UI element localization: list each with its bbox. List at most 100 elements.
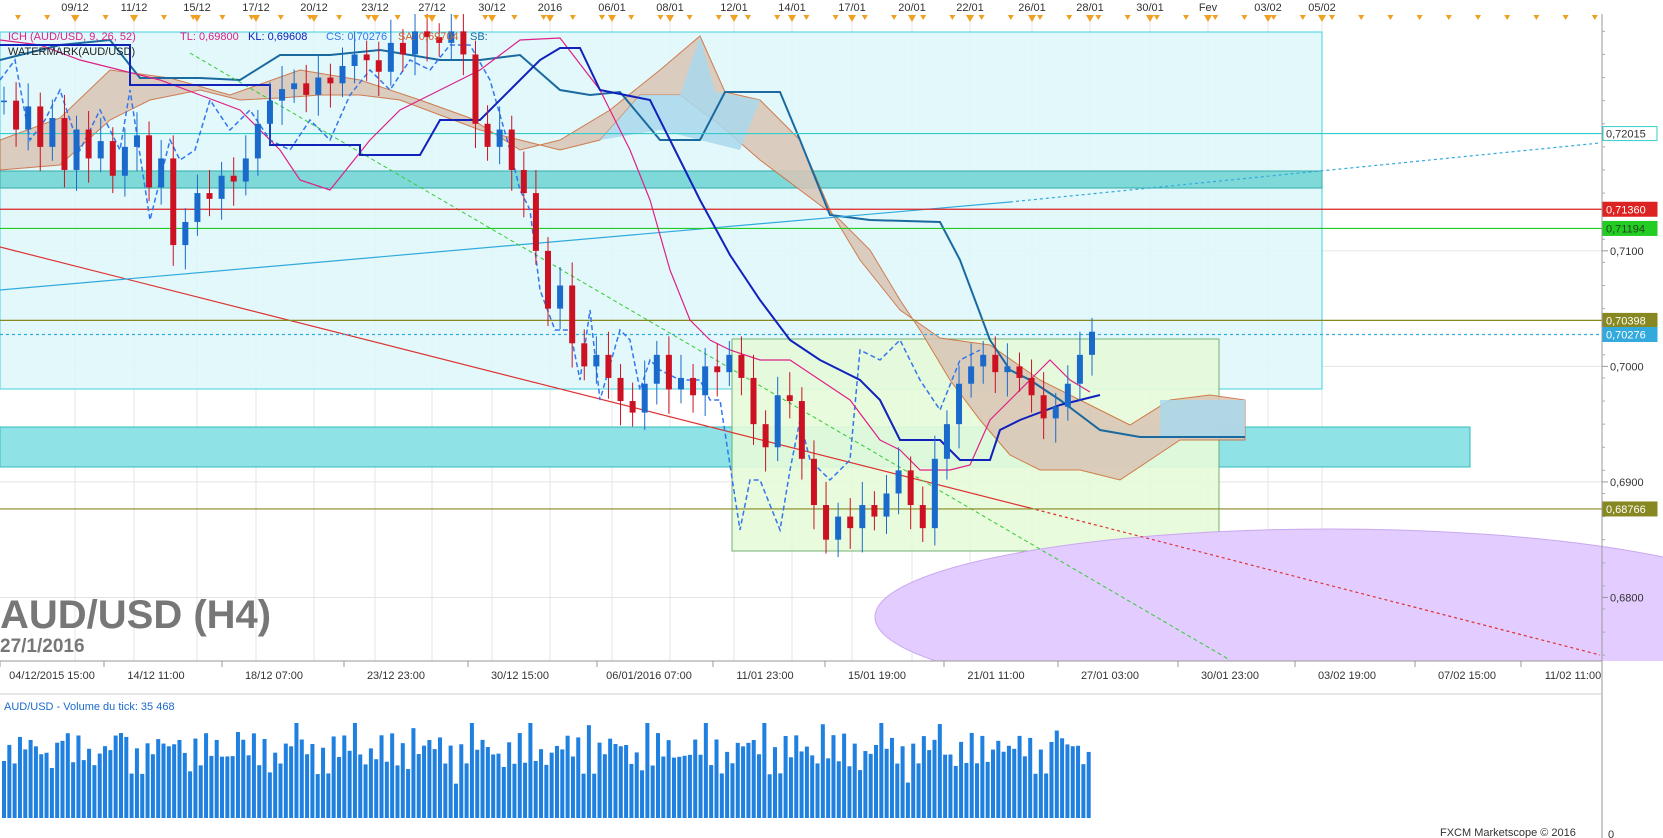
volume-bar	[448, 745, 453, 818]
volume-bar	[267, 772, 272, 818]
candle-body	[315, 77, 322, 95]
zone-band-resistance	[0, 170, 1323, 189]
volume-bar	[198, 765, 203, 818]
volume-bar	[1086, 751, 1091, 818]
volume-bar	[687, 754, 692, 818]
volume-bar	[512, 763, 517, 818]
legend-watermark: WATERMARK(AUD/USD)	[8, 46, 135, 58]
top-date-tick: 15/12	[183, 2, 211, 14]
top-date-tick: 20/01	[898, 2, 926, 14]
volume-bar	[39, 754, 44, 818]
volume-bar	[384, 761, 389, 818]
candle-body	[786, 395, 793, 402]
volume-bar	[17, 736, 22, 818]
volume-bar	[1033, 773, 1038, 818]
volume-bar	[411, 728, 416, 818]
volume-bar	[209, 755, 214, 818]
volume-bar	[656, 733, 661, 818]
candle-body	[593, 354, 600, 367]
volume-bar	[299, 739, 304, 818]
volume-bar	[390, 733, 395, 818]
volume-bar	[81, 760, 86, 818]
top-date-tick: 05/02	[1308, 2, 1336, 14]
candle-body	[895, 470, 902, 494]
candle-body	[823, 505, 830, 540]
candle-body	[73, 129, 80, 170]
price-level-badges: 0,72015 0,71360 0,71194 0,70398 0,70276 0,687…	[1602, 126, 1658, 517]
volume-bar	[613, 743, 618, 818]
volume-bar	[241, 739, 246, 818]
volume-bar	[533, 760, 538, 818]
volume-bar	[650, 765, 655, 818]
candle-body	[557, 285, 564, 309]
price-level-label: 0,70398	[1606, 315, 1646, 327]
volume-bar	[985, 761, 990, 818]
volume-bar	[1044, 773, 1049, 818]
legend-kl: KL: 0,69608	[248, 31, 307, 43]
volume-bar	[273, 752, 278, 818]
candle-body	[545, 250, 551, 309]
bottom-date-tick: 03/02 19:00	[1318, 670, 1376, 682]
volume-bar	[28, 739, 33, 818]
candle-body	[279, 89, 286, 101]
candle-body	[617, 377, 624, 402]
bottom-date-tick: 15/01 19:00	[848, 670, 906, 682]
candle-body	[980, 354, 987, 367]
cloud-blue-part2	[1160, 400, 1245, 437]
bottom-date-tick: 23/12 23:00	[367, 670, 425, 682]
volume-bar	[581, 773, 586, 818]
candle-body	[363, 54, 370, 61]
candle-body	[774, 395, 781, 448]
volume-bar	[889, 737, 894, 818]
volume-bar	[932, 739, 937, 818]
volume-bar	[948, 754, 953, 818]
volume-bar	[49, 767, 54, 818]
volume-bar	[438, 737, 443, 818]
candle-body	[13, 100, 20, 130]
volume-bar	[257, 765, 262, 818]
candle-body	[835, 516, 842, 540]
top-date-tick: 30/01	[1136, 2, 1164, 14]
top-date-tick: 11/12	[121, 2, 148, 14]
price-chart[interactable]: 09/12 11/12 15/12 17/12 20/12 23/12 27/12 30/12…	[0, 0, 1663, 838]
volume-bar	[44, 752, 49, 818]
candle-body	[931, 458, 938, 529]
volume-zero: 0	[1608, 829, 1614, 838]
volume-bar	[485, 747, 490, 818]
volume-bar	[629, 763, 634, 818]
volume-bar	[278, 763, 283, 818]
volume-bar	[161, 743, 166, 818]
volume-bar	[230, 756, 235, 818]
candle-body	[798, 401, 805, 459]
candle-body	[750, 377, 757, 425]
volume-bar	[975, 763, 980, 818]
volume-bar	[900, 746, 905, 818]
top-date-tick: 30/12	[478, 2, 506, 14]
candle-body	[641, 383, 648, 413]
volume-title: AUD/USD - Volume du tick: 35 468	[4, 701, 175, 713]
top-date-tick: 14/01	[778, 2, 806, 14]
volume-bar	[336, 756, 341, 818]
volume-bar	[576, 737, 581, 818]
volume-bar	[358, 754, 363, 818]
candle-body	[968, 366, 975, 384]
candle-body	[581, 343, 588, 367]
candle-body	[85, 129, 92, 159]
volume-bar	[597, 742, 602, 818]
volume-bar	[289, 746, 294, 818]
volume-bar	[1012, 748, 1017, 818]
candle-body	[702, 366, 709, 396]
volume-bar	[134, 748, 139, 818]
volume-bar	[874, 744, 879, 818]
candle-body	[1052, 406, 1059, 419]
volume-bar	[97, 753, 102, 818]
volume-bar	[2, 761, 7, 818]
volume-bar	[326, 773, 331, 818]
candle-body	[714, 366, 721, 373]
volume-bar	[469, 723, 474, 818]
volume-bar	[65, 733, 70, 818]
volume-bar	[422, 745, 427, 818]
volume-bar	[528, 723, 533, 818]
candle-body	[569, 285, 576, 344]
candle-body	[907, 470, 914, 506]
